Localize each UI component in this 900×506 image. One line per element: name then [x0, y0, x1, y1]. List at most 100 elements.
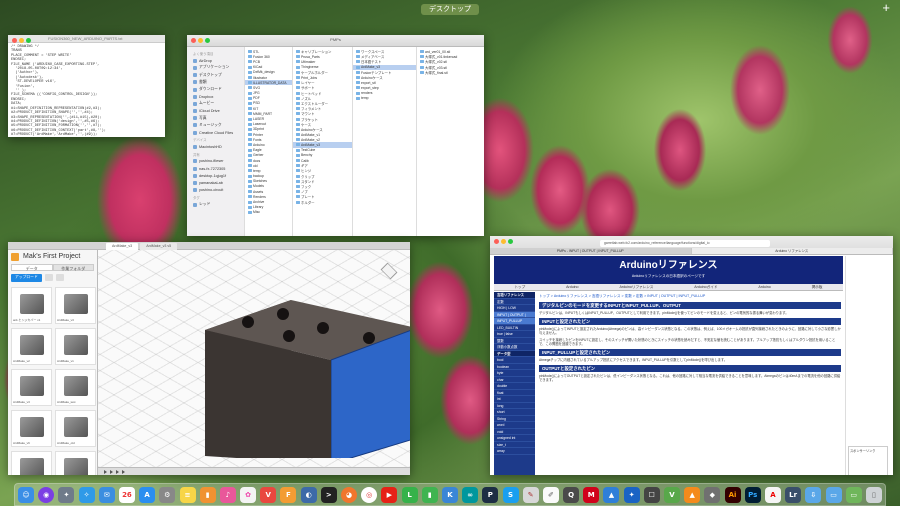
- vivaldi-icon[interactable]: V: [260, 486, 277, 503]
- design-thumbnail[interactable]: ArdMake_v6: [11, 410, 52, 447]
- makerbot-icon[interactable]: M: [583, 486, 600, 503]
- timeline-bar[interactable]: [98, 467, 410, 475]
- design-thumbnail[interactable]: ArdMake_v7: [55, 451, 96, 475]
- add-space-button[interactable]: +: [882, 1, 890, 15]
- firefox-icon[interactable]: ◕: [341, 486, 357, 503]
- documents-folder-icon[interactable]: ▭: [825, 486, 842, 503]
- processing-icon[interactable]: P: [482, 486, 499, 503]
- sidebar-item[interactable]: レッド: [187, 201, 244, 208]
- close-icon[interactable]: [494, 239, 499, 244]
- siri-icon[interactable]: ◉: [38, 486, 55, 503]
- fritzing-icon[interactable]: ☐: [643, 486, 660, 503]
- sidebar-item[interactable]: MacintoshHD: [187, 143, 244, 150]
- sidebar-item[interactable]: Dropbox: [187, 93, 244, 100]
- minimize-icon[interactable]: [19, 38, 24, 43]
- sidebar-item[interactable]: AirDrop: [187, 57, 244, 64]
- finder-icon[interactable]: ☺: [18, 486, 34, 503]
- finder-item[interactable]: temp: [353, 96, 416, 101]
- sidebar-item[interactable]: アプリケーション: [187, 64, 244, 71]
- sidebar-item[interactable]: ムービー: [187, 100, 244, 107]
- sidebar-item[interactable]: desktop-1qjug1f: [187, 172, 244, 179]
- paint-brush-icon[interactable]: ✎: [522, 486, 539, 503]
- calendar-icon[interactable]: 26: [118, 486, 135, 503]
- sidebar-item[interactable]: デスクトップ: [187, 72, 244, 79]
- code-text[interactable]: /* DRAWING */TRANS PLACE_COMMENT = 'STEP …: [8, 43, 165, 137]
- photoshop-icon[interactable]: Ps: [744, 486, 761, 503]
- fusion-title-bar[interactable]: ArdMake_v3 ArdMake_v3 v5: [8, 242, 410, 250]
- itunes-icon[interactable]: ♪: [219, 486, 236, 503]
- breadcrumb[interactable]: トップ > Arduinoリファレンス > 言語リファレンス > 変数 > 定数…: [539, 294, 841, 300]
- illustrator-icon[interactable]: Ai: [724, 486, 741, 503]
- play-icon[interactable]: [110, 469, 113, 474]
- close-icon[interactable]: [12, 38, 17, 43]
- play-icon[interactable]: [122, 469, 125, 474]
- address-bar[interactable]: garretlab.web.fc2.com/arduino_reference/…: [600, 240, 770, 247]
- notes-icon[interactable]: ≡: [179, 486, 196, 503]
- acrobat-icon[interactable]: A: [764, 486, 781, 503]
- design-thumbnail[interactable]: ArdMake_v4: [11, 451, 52, 475]
- design-thumbnail[interactable]: ArdMake_v2: [11, 328, 52, 365]
- arduino-icon[interactable]: ∞: [462, 486, 479, 503]
- design-thumbnail[interactable]: ard-ヒンジカバー v1: [11, 287, 52, 324]
- fusion360-icon[interactable]: F: [280, 486, 297, 503]
- cura-icon[interactable]: ▲: [603, 486, 620, 503]
- sidebar-item[interactable]: yamanakaLab: [187, 179, 244, 186]
- finder-item[interactable]: ILLUSTRATOR_DATA: [245, 80, 292, 86]
- lightroom-icon[interactable]: Lr: [785, 486, 802, 503]
- textedit-icon[interactable]: ✐: [542, 486, 559, 503]
- tab-data[interactable]: データ: [11, 264, 53, 271]
- arduino-case-model[interactable]: [193, 288, 410, 458]
- project-title[interactable]: Mak's First Project: [8, 250, 97, 264]
- design-thumbnail[interactable]: ArdMake_old: [55, 410, 96, 447]
- 3d-viewport[interactable]: [98, 250, 410, 467]
- nav-link[interactable]: Arduino: [758, 284, 770, 290]
- mail-icon[interactable]: ✉: [98, 486, 115, 503]
- safari-window[interactable]: garretlab.web.fc2.com/arduino_reference/…: [490, 236, 893, 475]
- chrome-icon[interactable]: ◎: [361, 486, 378, 503]
- tab-workfolder[interactable]: 作業フォルダ: [52, 264, 94, 271]
- nav-link[interactable]: Arduino: [566, 284, 578, 290]
- play-icon[interactable]: [116, 469, 119, 474]
- sidebar-item[interactable]: Creative Cloud Files: [187, 129, 244, 136]
- sponsored-box[interactable]: スポンサーリンク: [848, 446, 888, 475]
- books-icon[interactable]: ▮: [199, 486, 216, 503]
- photos-icon[interactable]: ✿: [240, 486, 257, 503]
- preferences-icon[interactable]: ⚙: [159, 486, 176, 503]
- new-folder-button[interactable]: [44, 274, 53, 281]
- sidebar-item[interactable]: ダウンロード: [187, 86, 244, 93]
- sidebar-item[interactable]: yoshino-fileser: [187, 158, 244, 165]
- minimize-icon[interactable]: [501, 239, 506, 244]
- trash-icon[interactable]: ▯: [865, 486, 882, 503]
- appstore-icon[interactable]: A: [139, 486, 156, 503]
- vectorworks-icon[interactable]: V: [664, 486, 680, 503]
- blender-icon[interactable]: ◐: [300, 486, 317, 503]
- safari-toolbar[interactable]: garretlab.web.fc2.com/arduino_reference/…: [490, 236, 893, 255]
- browser-tab[interactable]: Arduino リファレンス: [691, 248, 893, 254]
- keynote-icon[interactable]: K: [441, 486, 458, 503]
- nav-link[interactable]: Arduinoガイド: [694, 284, 717, 290]
- finder-item[interactable]: 大塚式_final.stl: [417, 70, 484, 75]
- desktop-space-label[interactable]: デスクトップ: [421, 4, 479, 15]
- sidebar-item[interactable]: nas-fx-7272305: [187, 165, 244, 172]
- fullscreen-icon[interactable]: [26, 38, 31, 43]
- viewcube-icon[interactable]: [380, 262, 398, 280]
- safari-icon[interactable]: ✧: [78, 486, 95, 503]
- design-thumbnail[interactable]: ArdMake_v3: [11, 369, 52, 406]
- nav-link[interactable]: トップ: [514, 284, 525, 290]
- browser-tab[interactable]: PMPs - INPUT | OUTPUT | INPUT_PULLUP: [490, 248, 692, 254]
- sidebar-item[interactable]: 写真: [187, 115, 244, 122]
- terminal-icon[interactable]: >: [320, 486, 337, 503]
- sidebar-item[interactable]: yoshino-circuit: [187, 187, 244, 194]
- view-toggle-button[interactable]: [55, 274, 64, 281]
- finder-toolbar[interactable]: PMPs: [187, 35, 484, 47]
- numbers-icon[interactable]: ▮: [421, 486, 438, 503]
- launchpad-icon[interactable]: ✦: [58, 486, 75, 503]
- sidebar-item[interactable]: ミュージック: [187, 122, 244, 129]
- nav-link[interactable]: Arduinoリファレンス: [619, 284, 653, 290]
- maker-icon[interactable]: ◆: [704, 486, 721, 503]
- site-title[interactable]: Arduinoリファレンス: [494, 256, 843, 274]
- play-icon[interactable]: [104, 469, 107, 474]
- design-thumbnail[interactable]: ArdMake_v1: [55, 328, 96, 365]
- downloads-folder-icon[interactable]: ⇩: [805, 486, 822, 503]
- finder-item[interactable]: Misc: [245, 210, 292, 215]
